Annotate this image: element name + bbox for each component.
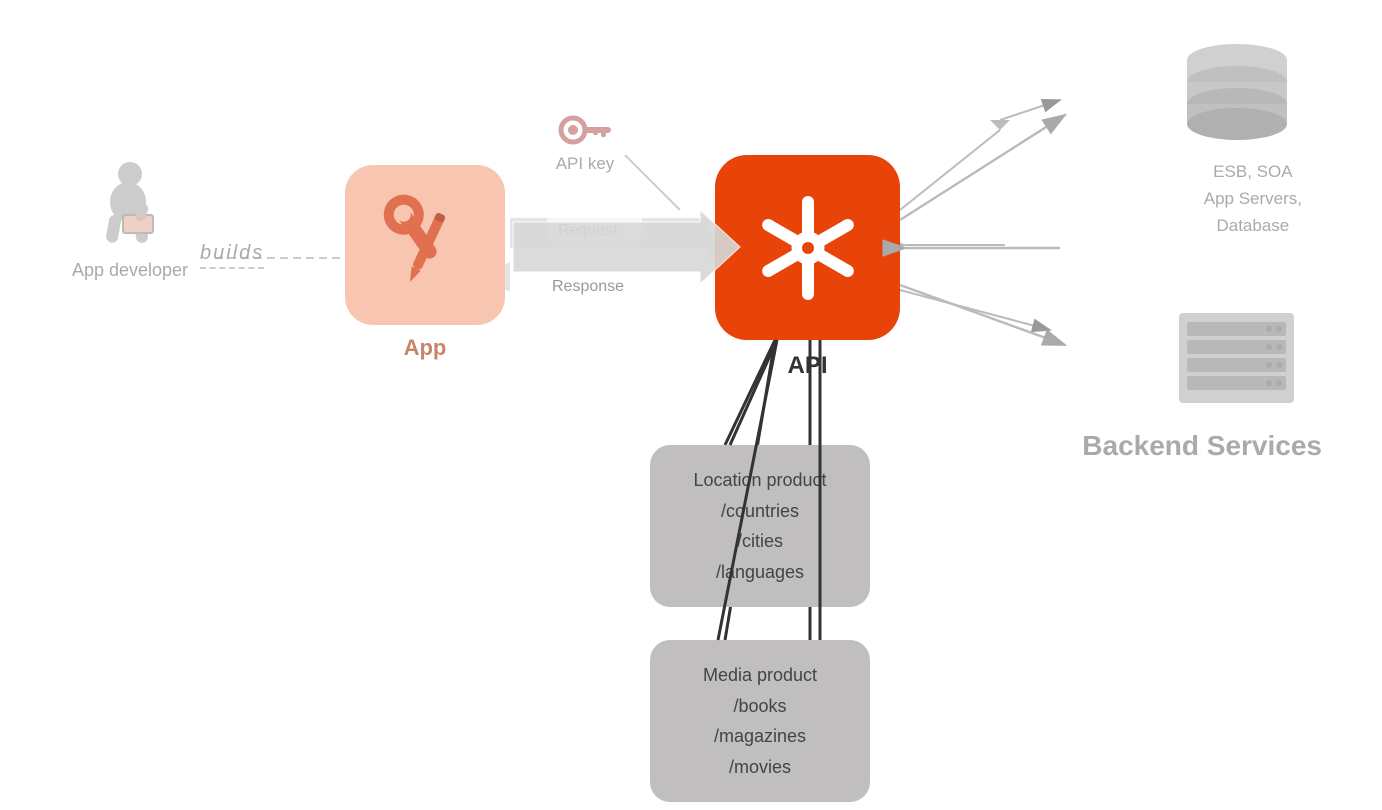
media-product-box: Media product/books/magazines/movies bbox=[650, 640, 870, 802]
api-asterisk-icon bbox=[743, 183, 873, 313]
developer-icon bbox=[90, 160, 170, 250]
response-label: Response bbox=[552, 278, 624, 296]
app-developer-area: App developer bbox=[50, 160, 210, 281]
esb-label: ESB, SOAApp Servers,Database bbox=[1204, 158, 1302, 240]
database-icon bbox=[1172, 40, 1302, 140]
location-product-box: Location product/countries/cities/langua… bbox=[650, 445, 870, 607]
tools-icon bbox=[370, 190, 480, 300]
api-key-area: API key bbox=[555, 108, 615, 174]
app-box bbox=[345, 165, 505, 325]
api-key-icon bbox=[555, 108, 615, 150]
app-label: App bbox=[345, 335, 505, 361]
builds-label: builds bbox=[200, 242, 264, 269]
backend-services-label: Backend Services bbox=[1082, 430, 1322, 462]
request-label: Request bbox=[558, 222, 618, 240]
diagram-container: Request Response App developer builds bbox=[0, 0, 1382, 810]
api-box bbox=[715, 155, 900, 340]
media-box-text: Media product/books/magazines/movies bbox=[666, 660, 854, 782]
api-label: API bbox=[715, 352, 900, 380]
location-box-text: Location product/countries/cities/langua… bbox=[666, 465, 854, 587]
server-rack-icon bbox=[1169, 308, 1304, 408]
api-key-label: API key bbox=[556, 154, 615, 174]
developer-label: App developer bbox=[72, 260, 188, 281]
